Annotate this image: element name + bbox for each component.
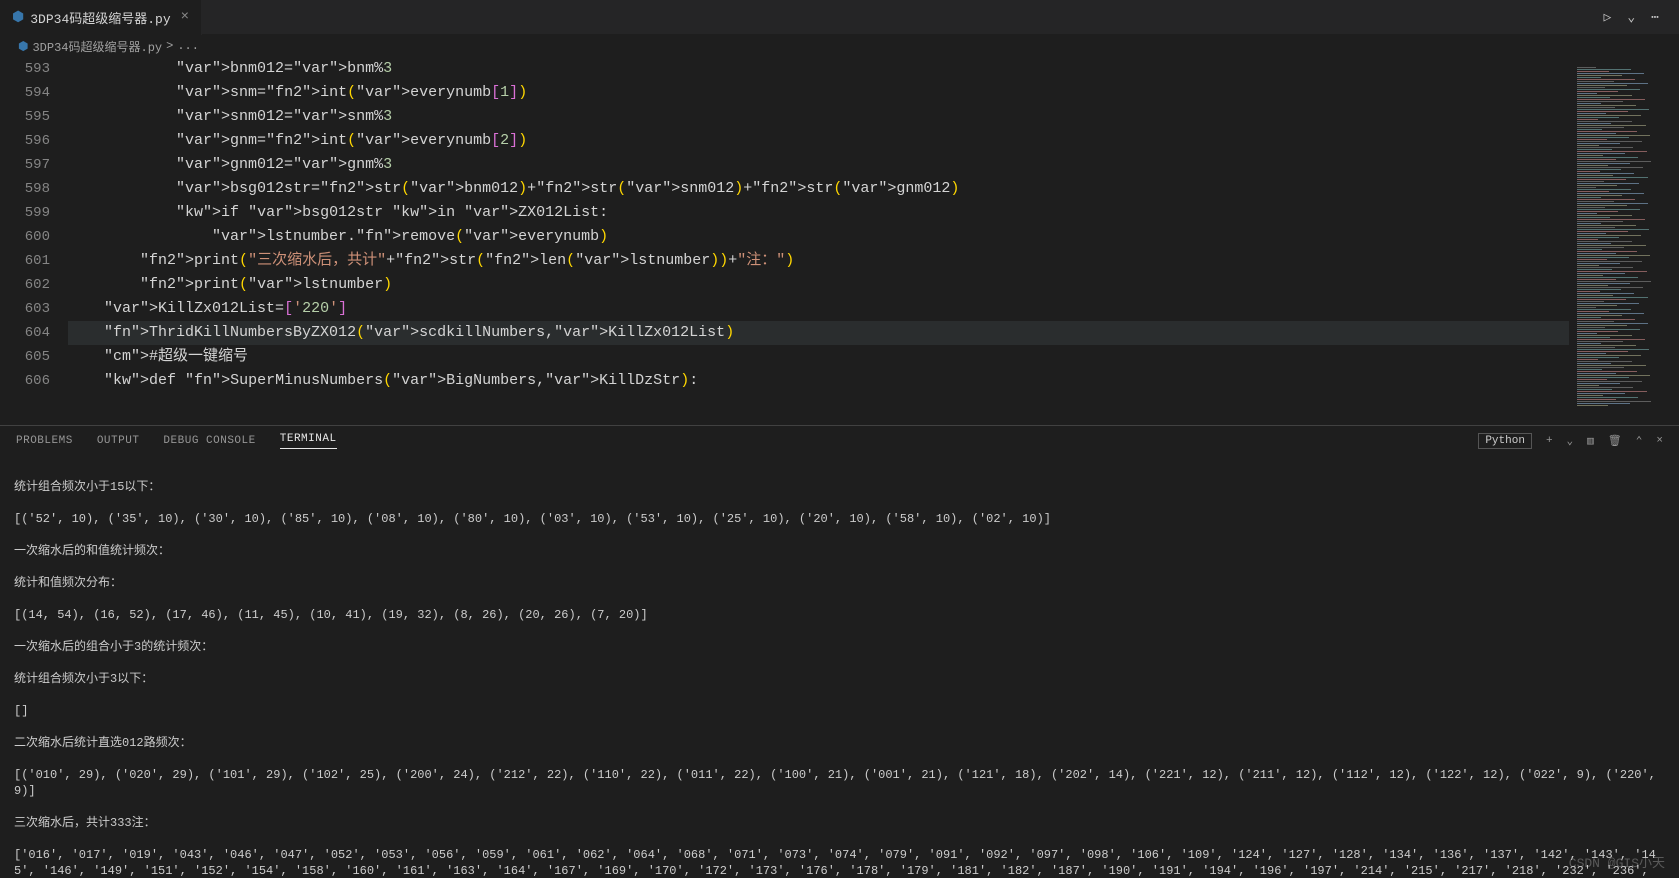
terminal-dropdown-icon[interactable]: ⌄ (1567, 434, 1574, 448)
more-icon[interactable]: ⋯ (1651, 10, 1659, 25)
term-line: 统计和值频次分布： (14, 575, 1665, 591)
line-number: 593 (0, 57, 50, 81)
tab-terminal[interactable]: TERMINAL (280, 433, 337, 449)
line-number: 606 (0, 369, 50, 393)
line-number: 601 (0, 249, 50, 273)
code-line[interactable]: "var">gnm="fn2">int("var">everynumb[2]) (68, 129, 1569, 153)
term-line: 一次缩水后的和值统计频次： (14, 543, 1665, 559)
line-number: 600 (0, 225, 50, 249)
line-number: 597 (0, 153, 50, 177)
panel-actions: Python + ⌄ ▥ 🗑 ⌃ × (1478, 433, 1663, 449)
terminal-kernel-badge[interactable]: Python (1478, 433, 1532, 449)
code-line[interactable]: "cm">#超级一键缩号 (68, 345, 1569, 369)
code-content[interactable]: "var">bnm012="var">bnm%3 "var">snm="fn2"… (68, 57, 1569, 425)
minimap[interactable] (1569, 57, 1679, 425)
term-line: 一次缩水后的组合小于3的统计频次： (14, 639, 1665, 655)
line-number: 595 (0, 105, 50, 129)
line-gutter: 5935945955965975985996006016026036046056… (0, 57, 68, 425)
tab-output[interactable]: OUTPUT (97, 435, 140, 447)
line-number: 596 (0, 129, 50, 153)
code-line[interactable]: "var">lstnumber."fn">remove("var">everyn… (68, 225, 1569, 249)
line-number: 598 (0, 177, 50, 201)
panel-tab-bar: PROBLEMS OUTPUT DEBUG CONSOLE TERMINAL P… (0, 425, 1679, 455)
breadcrumb[interactable]: ⬢ 3DP34码超级缩号器.py > ... (0, 35, 1679, 57)
code-line[interactable]: "var">gnm012="var">gnm%3 (68, 153, 1569, 177)
tab-debug-console[interactable]: DEBUG CONSOLE (163, 435, 255, 447)
watermark: CSDN @GIS小天 (1569, 856, 1665, 872)
code-line[interactable]: "var">snm012="var">snm%3 (68, 105, 1569, 129)
term-line: [('52', 10), ('35', 10), ('30', 10), ('8… (14, 511, 1665, 527)
line-number: 602 (0, 273, 50, 297)
tab-problems[interactable]: PROBLEMS (16, 435, 73, 447)
term-line: [] (14, 703, 1665, 719)
term-line: 统计组合频次小于15以下： (14, 479, 1665, 495)
code-line[interactable]: "fn2">print("var">lstnumber) (68, 273, 1569, 297)
code-line[interactable]: "fn">ThridKillNumbersByZX012("var">scdki… (68, 321, 1569, 345)
code-line[interactable]: "var">bsg012str="fn2">str("var">bnm012)+… (68, 177, 1569, 201)
term-line: 统计组合频次小于3以下： (14, 671, 1665, 687)
python-file-icon: ⬢ (18, 39, 28, 54)
breadcrumb-more: ... (177, 39, 199, 53)
term-line: 三次缩水后，共计333注： (14, 815, 1665, 831)
close-panel-icon[interactable]: × (1656, 435, 1663, 447)
code-line[interactable]: "var">snm="fn2">int("var">everynumb[1]) (68, 81, 1569, 105)
run-icon[interactable]: ▷ (1604, 10, 1612, 25)
breadcrumb-file: 3DP34码超级缩号器.py (32, 38, 162, 55)
editor-actions: ▷ ⌄ ⋯ (1604, 10, 1679, 25)
tab-bar: ⬢ 3DP34码超级缩号器.py × ▷ ⌄ ⋯ (0, 0, 1679, 35)
close-icon[interactable]: × (181, 9, 189, 25)
code-line[interactable]: "kw">def "fn">SuperMinusNumbers("var">Bi… (68, 369, 1569, 393)
kernel-label: Python (1485, 435, 1525, 447)
code-line[interactable]: "var">bnm012="var">bnm%3 (68, 57, 1569, 81)
code-line[interactable]: "fn2">print("三次缩水后，共计"+"fn2">str("fn2">l… (68, 249, 1569, 273)
term-line: ['016', '017', '019', '043', '046', '047… (14, 847, 1665, 878)
editor[interactable]: 5935945955965975985996006016026036046056… (0, 57, 1679, 425)
line-number: 594 (0, 81, 50, 105)
line-number: 599 (0, 201, 50, 225)
tab-filename: 3DP34码超级缩号器.py (30, 8, 170, 27)
line-number: 603 (0, 297, 50, 321)
kill-terminal-icon[interactable]: 🗑 (1608, 434, 1622, 448)
term-line: [(14, 54), (16, 52), (17, 46), (11, 45),… (14, 607, 1665, 623)
code-line[interactable]: "kw">if "var">bsg012str "kw">in "var">ZX… (68, 201, 1569, 225)
terminal-output[interactable]: 统计组合频次小于15以下： [('52', 10), ('35', 10), (… (0, 455, 1679, 878)
term-line: 二次缩水后统计直选012路频次： (14, 735, 1665, 751)
maximize-panel-icon[interactable]: ⌃ (1636, 434, 1643, 448)
line-number: 605 (0, 345, 50, 369)
line-number: 604 (0, 321, 50, 345)
file-tab[interactable]: ⬢ 3DP34码超级缩号器.py × (0, 0, 202, 35)
split-terminal-icon[interactable]: ▥ (1587, 434, 1594, 448)
run-dropdown-icon[interactable]: ⌄ (1627, 10, 1635, 25)
chevron-right-icon: > (166, 39, 173, 53)
python-file-icon: ⬢ (12, 9, 24, 26)
term-line: [('010', 29), ('020', 29), ('101', 29), … (14, 767, 1665, 799)
add-terminal-icon[interactable]: + (1546, 435, 1553, 447)
code-line[interactable]: "var">KillZx012List=['220'] (68, 297, 1569, 321)
